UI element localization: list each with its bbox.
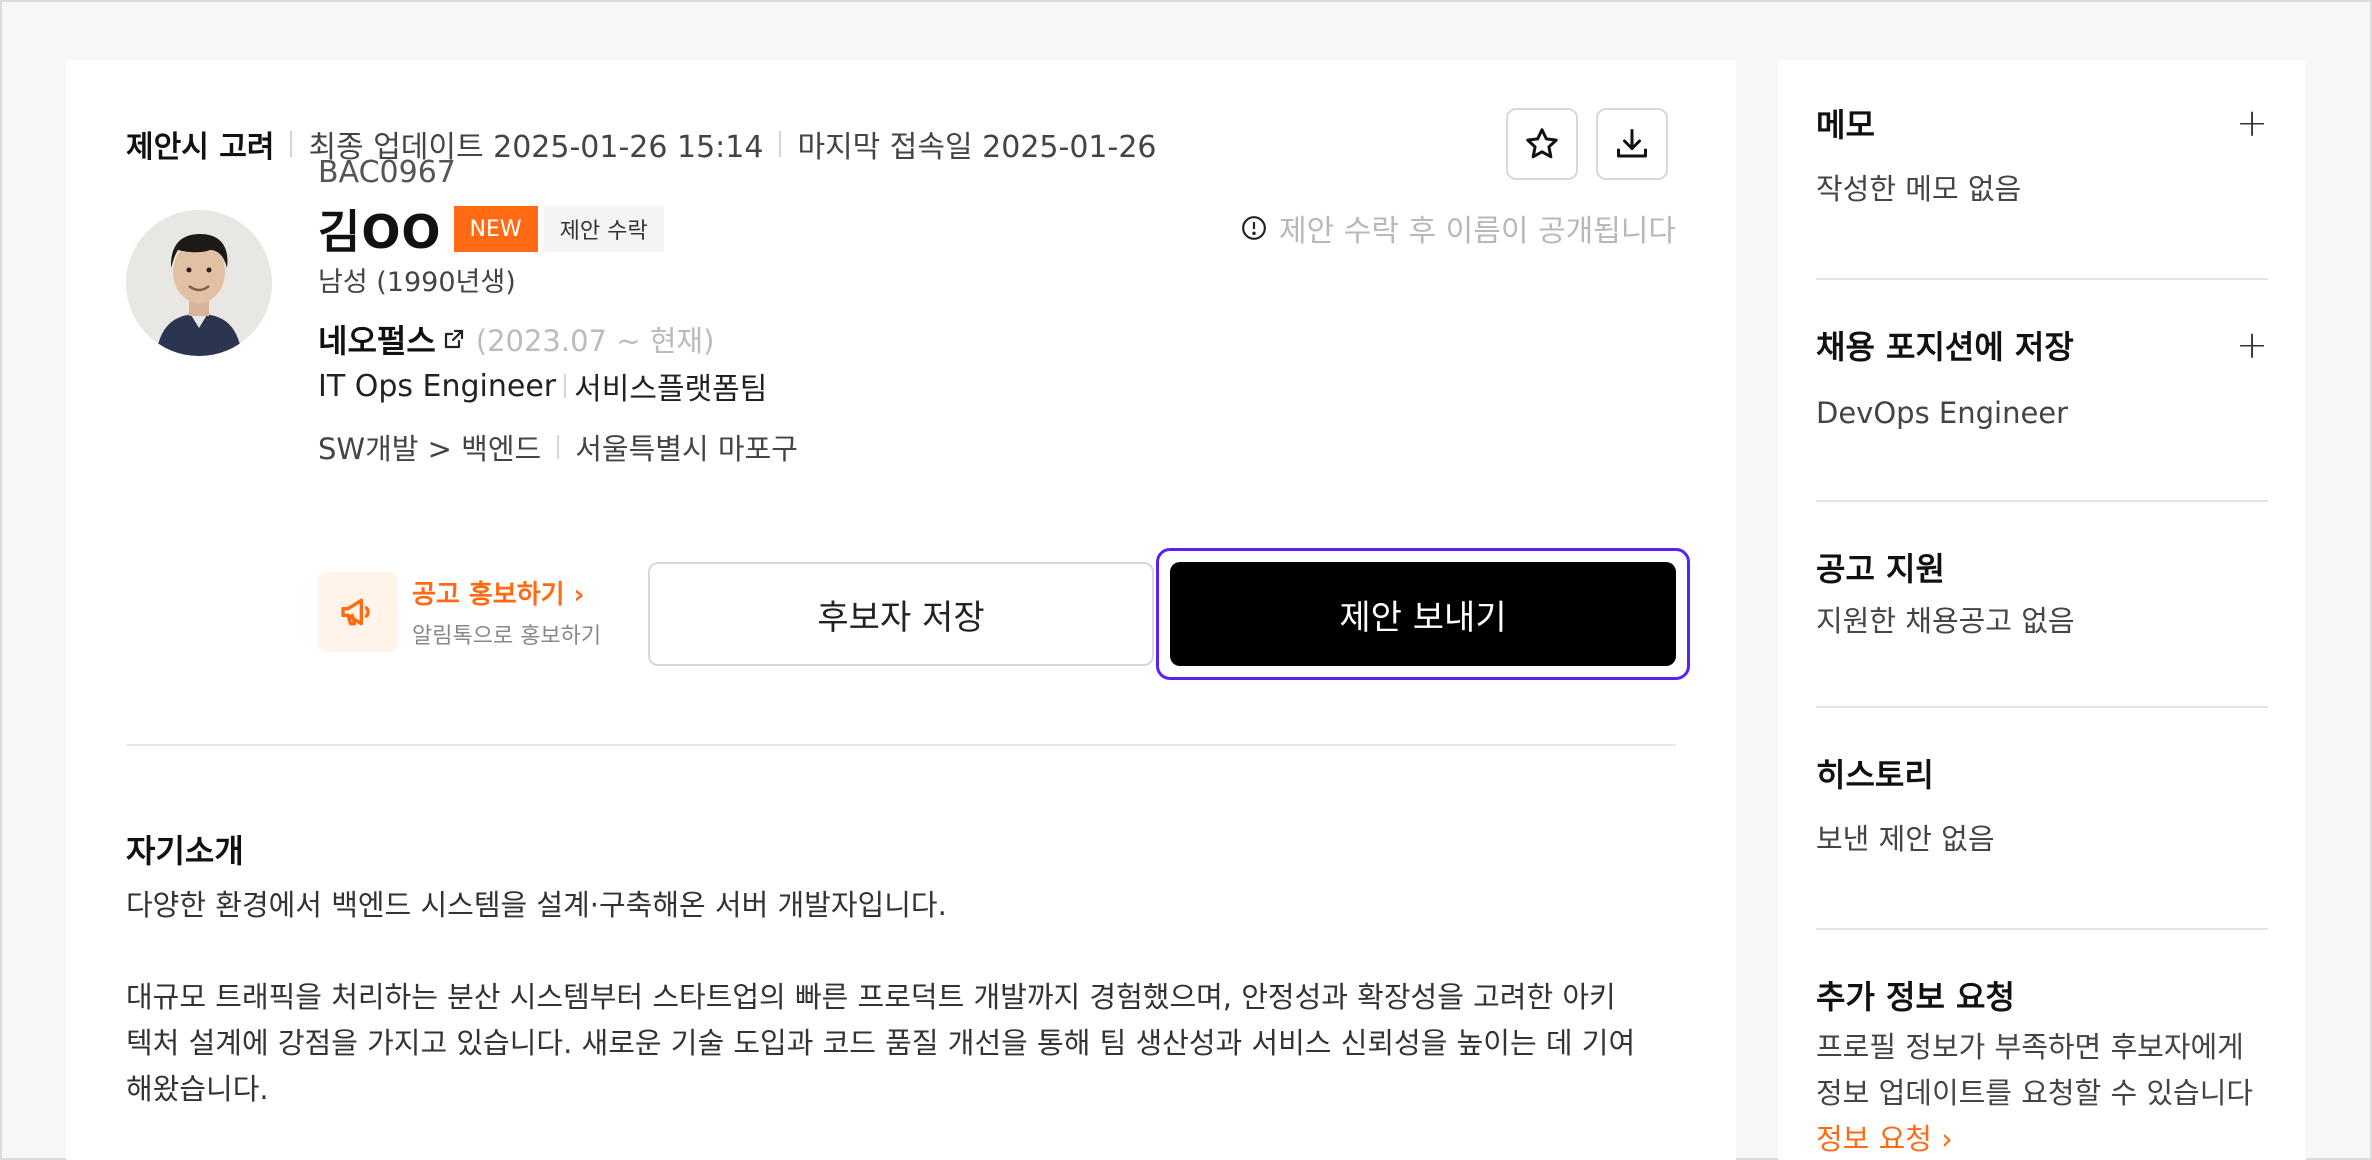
- info-icon: [1242, 216, 1266, 240]
- history-title: 히스토리: [1816, 756, 1934, 794]
- megaphone-icon: [341, 598, 370, 626]
- candidate-name: 김OO: [318, 205, 442, 259]
- apply-text: 지원한 채용공고 없음: [1816, 604, 2075, 638]
- new-badge: NEW: [453, 206, 538, 252]
- intro-paragraph-line: 텍처 설계에 강점을 가지고 있습니다. 새로운 기술 도입과 코드 품질 개선…: [126, 1026, 1636, 1060]
- position-section: 채용 포지션에 저장 + DevOps Engineer: [1816, 322, 2268, 436]
- intro-paragraph: 다양한 환경에서 백엔드 시스템을 설계·구축해온 서버 개발자입니다.: [126, 888, 947, 922]
- side-divider: [1816, 706, 2268, 708]
- candidate-name-row: 김OO NEW 제안 수락: [318, 196, 664, 262]
- side-panel: 메모 + 작성한 메모 없음 채용 포지션에 저장 + DevOps Engin…: [1778, 60, 2306, 1160]
- request-text-line: 정보 업데이트를 요청할 수 있습니다: [1816, 1076, 2254, 1110]
- intro-title: 자기소개: [126, 832, 244, 870]
- promo-subtitle: 알림톡으로 홍보하기: [412, 624, 602, 649]
- add-memo-plus-icon[interactable]: +: [2236, 104, 2268, 142]
- candidate-detail-card: 제안시 고려 최종 업데이트 2025-01-26 15:14 마지막 접속일 …: [66, 60, 1736, 1160]
- memo-text: 작성한 메모 없음: [1816, 172, 2022, 206]
- job-role: IT Ops Engineer: [318, 368, 557, 404]
- candidate-id: BAC0967: [318, 155, 456, 190]
- role-row: IT Ops Engineer 서비스플랫폼팀: [318, 364, 767, 408]
- job-category: SW개발 > 백엔드: [318, 432, 542, 466]
- history-section: 히스토리 보낸 제안 없음: [1816, 750, 2268, 862]
- saved-position: DevOps Engineer: [1816, 396, 2069, 430]
- add-position-plus-icon[interactable]: +: [2236, 326, 2268, 364]
- favorite-button[interactable]: [1506, 108, 1578, 180]
- request-section: 추가 정보 요청 프로필 정보가 부족하면 후보자에게 정보 업데이트를 요청할…: [1816, 972, 2268, 1158]
- promo-link[interactable]: 공고 홍보하기 ›: [412, 574, 584, 611]
- save-candidate-button[interactable]: 후보자 저장: [648, 562, 1154, 666]
- intro-body: 다양한 환경에서 백엔드 시스템을 설계·구축해온 서버 개발자입니다. 대규모…: [126, 882, 1686, 1112]
- apply-section: 공고 지원 지원한 채용공고 없음: [1816, 544, 2268, 644]
- meta-row: 제안시 고려 최종 업데이트 2025-01-26 15:14 마지막 접속일 …: [126, 122, 1157, 166]
- intro-paragraph-line: 해왔습니다.: [126, 1072, 269, 1106]
- download-button[interactable]: [1596, 108, 1668, 180]
- offer-accept-badge: 제안 수락: [543, 206, 664, 252]
- notice-text: 제안 수락 후 이름이 공개됩니다: [1279, 214, 1676, 249]
- side-divider: [1816, 278, 2268, 280]
- candidate-location: 서울특별시 마포구: [575, 432, 798, 466]
- intro-paragraph-line: 대규모 트래픽을 처리하는 분산 시스템부터 스타트업의 빠른 프로덕트 개발까…: [126, 980, 1616, 1014]
- star-icon: [1526, 128, 1558, 159]
- position-title: 채용 포지션에 저장: [1816, 328, 2074, 366]
- send-offer-button[interactable]: 제안 보내기: [1170, 562, 1676, 666]
- memo-section: 메모 + 작성한 메모 없음: [1816, 100, 2268, 212]
- side-divider: [1816, 500, 2268, 502]
- category-separator: [557, 435, 560, 459]
- role-separator: [564, 374, 567, 398]
- memo-title: 메모: [1816, 106, 1875, 144]
- company-row: 네오펄스 (2023.07 ~ 현재): [318, 316, 714, 362]
- request-info-link[interactable]: 정보 요청 ›: [1816, 1116, 2268, 1158]
- employment-period: (2023.07 ~ 현재): [475, 324, 715, 358]
- candidate-gender-age: 남성 (1990년생): [318, 267, 516, 298]
- side-divider: [1816, 928, 2268, 930]
- promo-icon-box[interactable]: [318, 572, 398, 652]
- company-name[interactable]: 네오펄스: [318, 316, 436, 362]
- avatar-photo: [126, 210, 272, 356]
- meta-separator: [290, 131, 293, 157]
- request-text-line: 프로필 정보가 부족하면 후보자에게: [1816, 1030, 2244, 1064]
- name-disclosure-notice: 제안 수락 후 이름이 공개됩니다: [1241, 206, 1676, 250]
- last-access: 마지막 접속일 2025-01-26: [797, 130, 1157, 165]
- avatar: [126, 210, 272, 356]
- section-divider: [126, 744, 1676, 746]
- history-text: 보낸 제안 없음: [1816, 822, 1995, 856]
- meta-separator: [779, 131, 782, 157]
- apply-title: 공고 지원: [1816, 550, 1945, 588]
- category-row: SW개발 > 백엔드 서울특별시 마포구: [318, 426, 798, 468]
- external-link-icon[interactable]: [442, 327, 466, 351]
- candidate-status: 제안시 고려: [126, 130, 275, 165]
- request-title: 추가 정보 요청: [1816, 978, 2015, 1016]
- team-name: 서비스플랫폼팀: [574, 372, 768, 407]
- download-icon: [1617, 129, 1647, 158]
